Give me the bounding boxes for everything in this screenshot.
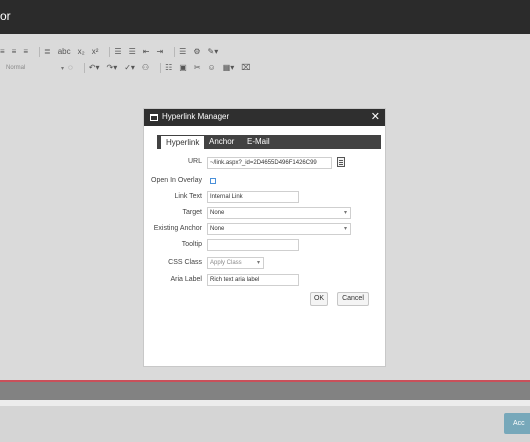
accept-button[interactable]: Acc xyxy=(504,413,530,434)
dialog-title-bar: Hyperlink Manager ✕ xyxy=(144,109,385,126)
link-text-label: Link Text xyxy=(174,193,203,200)
tab-anchor[interactable]: Anchor xyxy=(209,135,234,149)
aria-label-input[interactable]: Rich text aria label xyxy=(207,274,299,286)
emoji-icon[interactable]: ☺ xyxy=(208,60,216,76)
aria-label-label: Aria Label xyxy=(170,276,202,283)
align-right-icon[interactable]: ≡ xyxy=(23,44,28,60)
redo-icon[interactable]: ↷▾ xyxy=(106,60,117,76)
link-text-input[interactable]: Internal Link xyxy=(207,191,299,203)
spellcheck-icon[interactable]: ✓▾ xyxy=(124,60,135,76)
insert-image-icon[interactable]: ▣ xyxy=(179,60,187,76)
toolbar-row-2: Normal ◌ ↶▾ ↷▾ ✓▾ ⚇ ☷ ▣ ✂ ☺ ▦▾ ⌧ xyxy=(0,60,258,76)
toolbar-divider xyxy=(174,47,176,57)
insert-table-icon[interactable]: ☷ xyxy=(165,60,172,76)
editor-toolbar: ≡ ≡ ≡ ≣ abc x₂ x² ☰ ☰ ⇤ ⇥ ☰ ⚙ ✎▾ Normal … xyxy=(0,34,530,78)
align-left-icon[interactable]: ≡ xyxy=(0,44,5,60)
tooltip-label: Tooltip xyxy=(181,241,202,248)
existing-anchor-label: Existing Anchor xyxy=(153,225,202,232)
tab-email[interactable]: E-Mail xyxy=(247,135,270,149)
format-stripper-icon[interactable]: ◌ xyxy=(68,60,73,76)
url-input[interactable]: ~/link.aspx?_id=2D4655D496F1426C99 xyxy=(207,157,332,169)
document-picker-icon[interactable] xyxy=(337,157,345,167)
app-title: or xyxy=(0,9,11,23)
find-icon[interactable]: ⚇ xyxy=(142,60,149,76)
pencil-dropdown-icon[interactable]: ✎▾ xyxy=(208,44,219,60)
existing-anchor-select[interactable]: None xyxy=(207,223,351,235)
subscript-icon[interactable]: x₂ xyxy=(78,44,85,60)
tooltip-input[interactable] xyxy=(207,239,299,251)
toolbar-divider xyxy=(83,63,85,73)
font-size-select[interactable]: Normal xyxy=(6,65,64,72)
outdent-icon[interactable]: ⇤ xyxy=(143,44,150,60)
target-label: Target xyxy=(182,209,202,216)
settings-icon[interactable]: ⚙ xyxy=(193,44,200,60)
hyperlink-manager-dialog: Hyperlink Manager ✕ Hyperlink Anchor E-M… xyxy=(143,108,386,367)
ok-button[interactable]: OK xyxy=(310,292,328,306)
table-dropdown-icon[interactable]: ▦▾ xyxy=(223,60,235,76)
target-select[interactable]: None xyxy=(207,207,351,219)
css-class-label: CSS Class xyxy=(168,259,202,266)
close-icon[interactable]: ✕ xyxy=(371,110,380,124)
paragraph-icon[interactable]: ≣ xyxy=(44,44,51,60)
clear-format-icon[interactable]: ⌧ xyxy=(241,60,250,76)
ordered-list-icon[interactable]: ☰ xyxy=(114,44,121,60)
cancel-button[interactable]: Cancel xyxy=(337,292,369,306)
format-block-icon[interactable]: ☰ xyxy=(179,44,186,60)
toolbar-divider xyxy=(109,47,111,57)
dialog-tabs: Hyperlink Anchor E-Mail xyxy=(157,135,381,149)
dialog-title: Hyperlink Manager xyxy=(162,112,230,121)
toolbar-divider xyxy=(39,47,41,57)
window-icon xyxy=(150,114,158,121)
dialog-footer xyxy=(0,400,530,442)
url-label: URL xyxy=(187,158,202,165)
toolbar-row-1: ≡ ≡ ≡ ≣ abc x₂ x² ☰ ☰ ⇤ ⇥ ☰ ⚙ ✎▾ xyxy=(0,44,225,60)
superscript-icon[interactable]: x² xyxy=(92,44,99,60)
open-in-overlay-checkbox[interactable] xyxy=(210,178,216,184)
toolbar-divider xyxy=(160,63,162,73)
undo-icon[interactable]: ↶▾ xyxy=(89,60,100,76)
cut-icon[interactable]: ✂ xyxy=(194,60,201,76)
open-in-overlay-label: Open In Overlay xyxy=(151,177,202,184)
status-band xyxy=(0,382,530,400)
tab-hyperlink[interactable]: Hyperlink xyxy=(161,136,205,149)
indent-icon[interactable]: ⇥ xyxy=(156,44,163,60)
unordered-list-icon[interactable]: ☰ xyxy=(129,44,136,60)
strikethrough-icon[interactable]: abc xyxy=(58,44,71,60)
app-header: or xyxy=(0,0,530,34)
align-center-icon[interactable]: ≡ xyxy=(12,44,17,60)
css-class-select[interactable]: Apply Class xyxy=(207,257,264,269)
